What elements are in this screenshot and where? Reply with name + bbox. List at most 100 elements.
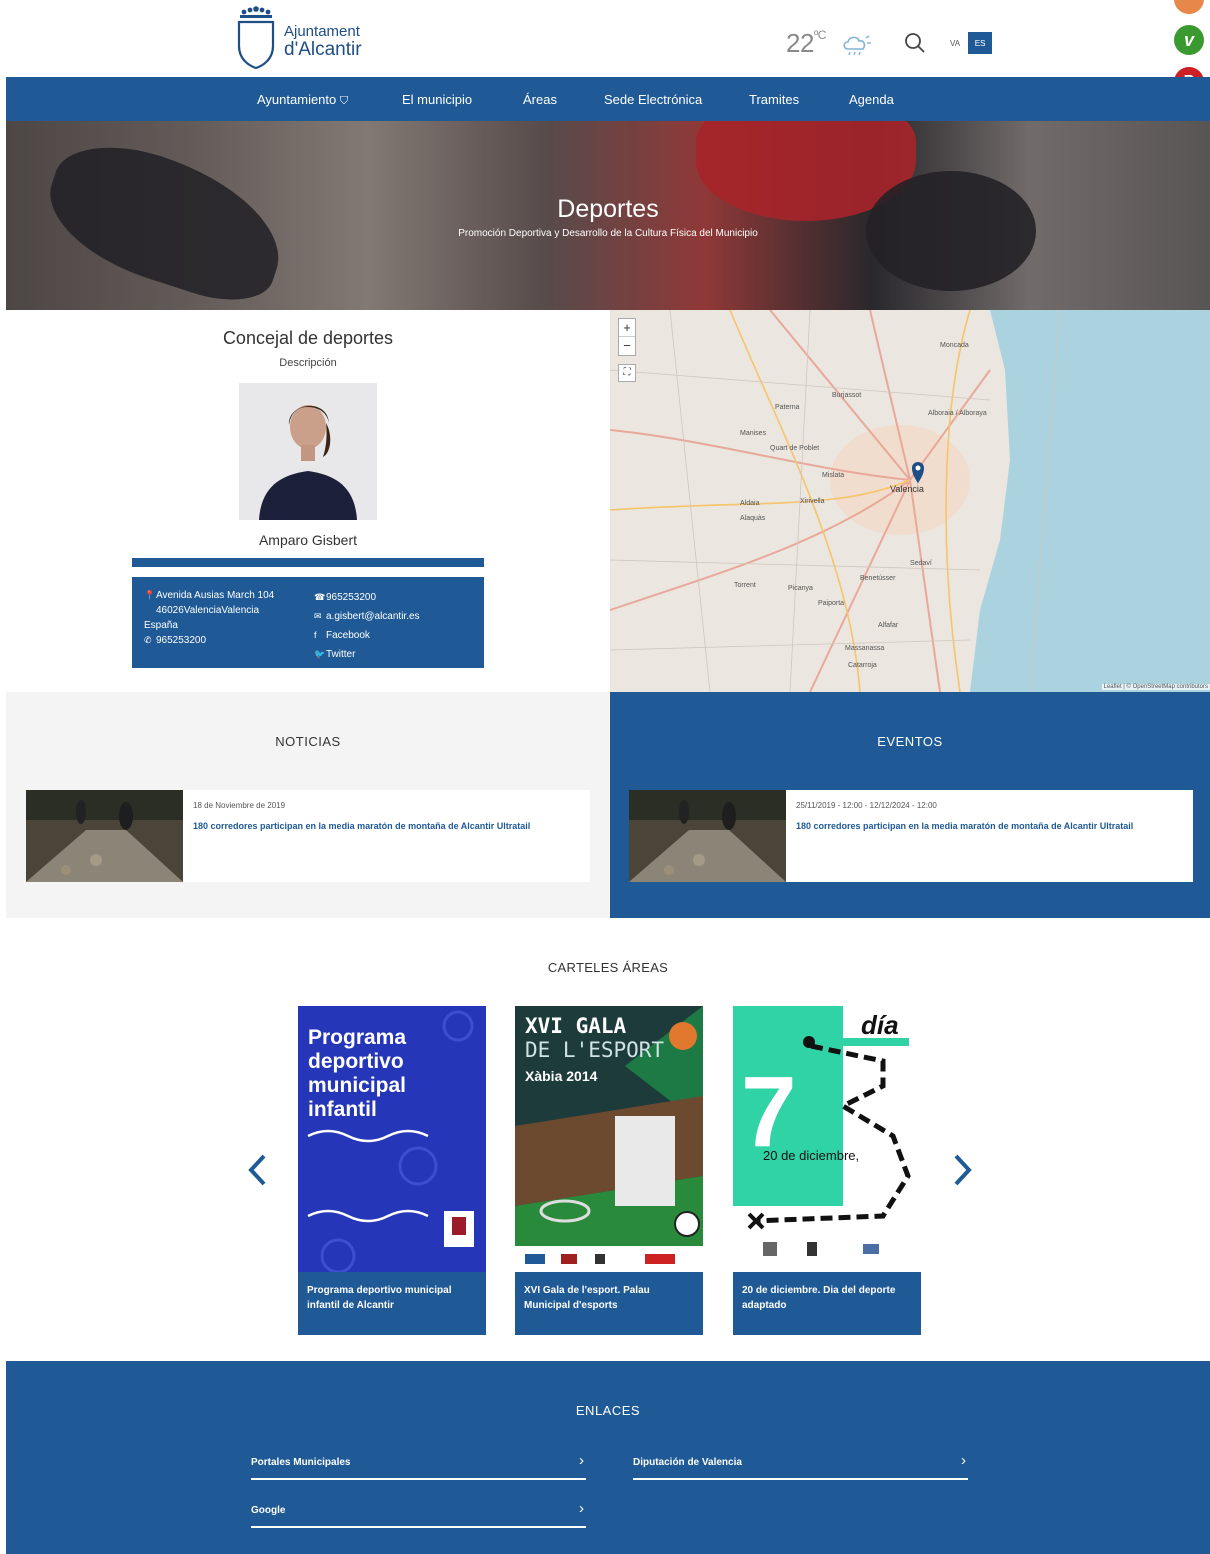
news-headline[interactable]: 180 corredores participan en la media ma… bbox=[193, 821, 530, 831]
logo-line2: d'Alcantir bbox=[284, 39, 362, 60]
hero-title: Deportes bbox=[557, 195, 659, 223]
councillor-contact-box: 📍Avenida Ausias March 104 46026ValenciaV… bbox=[132, 577, 484, 668]
posters-title: CARTELES ÁREAS bbox=[547, 960, 669, 975]
poster-heading-c: Xàbia 2014 bbox=[525, 1068, 598, 1084]
vimeo-icon[interactable]: v bbox=[1174, 25, 1204, 55]
event-card[interactable]: 25/11/2019 - 12:00 - 12/12/2024 - 12:00 … bbox=[629, 790, 1193, 882]
fax-icon: ☎ bbox=[314, 592, 326, 602]
link-portales-municipales[interactable]: Portales Municipales › bbox=[251, 1452, 586, 1480]
zoom-out-button[interactable]: − bbox=[619, 337, 635, 355]
event-thumbnail bbox=[629, 790, 786, 882]
map-label: Benetússer bbox=[860, 575, 896, 582]
link-diputacion-valencia[interactable]: Diputación de Valencia › bbox=[633, 1452, 968, 1480]
news-date: 18 de Noviembre de 2019 bbox=[193, 801, 286, 810]
poster-heading: Programa deportivo municipal infantil bbox=[308, 1026, 407, 1121]
chevron-right-icon: › bbox=[579, 1452, 584, 1469]
poster-date: 20 de diciembre, bbox=[763, 1148, 860, 1163]
fullscreen-icon: ⛶ bbox=[623, 367, 631, 378]
contact-email[interactable]: a.gisbert@alcantir.es bbox=[326, 611, 420, 622]
map-label: Alfafar bbox=[878, 622, 899, 629]
poster-caption: XVI Gala de l'esport. Palau Municipal d'… bbox=[524, 1285, 650, 1311]
weather-widget: 22ºC bbox=[786, 28, 872, 59]
nav-item-agenda[interactable]: Agenda bbox=[849, 92, 894, 107]
language-switcher: VA ES bbox=[950, 32, 993, 54]
nav-item-tramites[interactable]: Tramites bbox=[749, 92, 799, 107]
temperature: 22 bbox=[786, 28, 814, 58]
map-label: Mislata bbox=[822, 472, 845, 479]
logo-line1: Ajuntament bbox=[284, 23, 360, 40]
map-label: Valencia bbox=[890, 484, 924, 494]
map-label: Manises bbox=[740, 430, 767, 437]
events-title: EVENTOS bbox=[877, 734, 943, 749]
poster-card[interactable]: Programa deportivo municipal infantil Pr… bbox=[298, 1006, 486, 1335]
poster-number: 7 bbox=[741, 1056, 797, 1168]
trail-runners-image bbox=[26, 790, 183, 882]
map-label: Paiporta bbox=[818, 600, 845, 607]
zoom-in-button[interactable]: + bbox=[619, 319, 635, 337]
cloud-sun-icon bbox=[843, 34, 871, 55]
councillor-divider bbox=[132, 558, 484, 567]
map-roads bbox=[610, 310, 1210, 692]
link-google[interactable]: Google › bbox=[251, 1500, 586, 1528]
councillor-photo bbox=[239, 383, 377, 520]
lang-va-button[interactable]: VA bbox=[950, 39, 960, 48]
map-label: Picanya bbox=[788, 585, 813, 592]
nav-item-ayuntamiento[interactable]: Ayuntamiento ⛉ bbox=[257, 92, 348, 108]
map-attribution[interactable]: Leaflet | © OpenStreetMap contributors bbox=[1101, 684, 1210, 690]
contact-phone[interactable]: 965253200 bbox=[326, 592, 376, 603]
chevron-right-icon[interactable] bbox=[950, 1153, 974, 1187]
links-section: ENLACES Portales Municipales › Diputació… bbox=[6, 1361, 1210, 1554]
poster-image: Programa deportivo municipal infantil bbox=[298, 1006, 486, 1272]
site-logo[interactable]: Ajuntament d'Alcantir bbox=[234, 6, 362, 70]
address-phone[interactable]: 965253200 bbox=[156, 635, 206, 646]
councillor-title: Concejal de deportes bbox=[222, 328, 394, 348]
nav-item-el-municipio[interactable]: El municipio bbox=[402, 92, 472, 107]
poster-heading-a: XVI GALA bbox=[525, 1014, 627, 1038]
page: Ajuntament d'Alcantir 22ºC VA ES v Ayunt… bbox=[0, 0, 1210, 1554]
news-title: NOTICIAS bbox=[275, 734, 341, 749]
event-date: 25/11/2019 - 12:00 - 12/12/2024 - 12:00 bbox=[796, 801, 937, 810]
councillor-section: Concejal de deportes Descripción Amparo … bbox=[6, 310, 610, 692]
poster-card[interactable]: XVI GALA DE L'ESPORT Xàbia 2014 XVI Gala… bbox=[515, 1006, 703, 1335]
lang-es-button[interactable]: ES bbox=[968, 32, 993, 54]
map-zoom-control: + − bbox=[618, 318, 636, 356]
search-icon[interactable] bbox=[904, 32, 926, 54]
contact-twitter[interactable]: Twitter bbox=[326, 649, 355, 660]
map-label: Aldaia bbox=[740, 500, 760, 507]
councillor-name: Amparo Gisbert bbox=[258, 532, 358, 548]
news-card[interactable]: 18 de Noviembre de 2019 180 corredores p… bbox=[26, 790, 590, 882]
nav-item-label: Ayuntamiento bbox=[257, 92, 337, 107]
link-label: Diputación de Valencia bbox=[633, 1457, 742, 1468]
nav-item-areas[interactable]: Áreas bbox=[523, 92, 557, 107]
map-label: Burjassot bbox=[832, 392, 862, 399]
chevron-right-icon: › bbox=[579, 1500, 584, 1517]
events-section: EVENTOS 25/11/2019 - 12:00 - 12/12/2024 … bbox=[610, 692, 1210, 918]
shield-check-icon: ⛉ bbox=[339, 95, 349, 107]
poster-heading-b: DE L'ESPORT bbox=[525, 1038, 665, 1062]
address-line2: 46026ValenciaValencia bbox=[156, 605, 260, 616]
map-label: Paterna bbox=[775, 404, 800, 411]
map-label: Massanassa bbox=[845, 645, 885, 652]
poster-heading: día bbox=[861, 1010, 899, 1040]
event-headline[interactable]: 180 corredores participan en la media ma… bbox=[796, 821, 1133, 831]
address-line1: Avenida Ausias March 104 bbox=[156, 590, 275, 601]
hero-subtitle: Promoción Deportiva y Desarrollo de la C… bbox=[458, 228, 758, 239]
address-line3: España bbox=[144, 620, 178, 631]
location-map[interactable]: Valencia Paterna Burjassot Mislata Alaqu… bbox=[610, 310, 1210, 692]
nav-item-sede-electronica[interactable]: Sede Electrónica bbox=[604, 92, 702, 107]
link-label: Portales Municipales bbox=[251, 1457, 351, 1468]
poster-card[interactable]: 7 día 20 de diciembre, 20 de diciembre. … bbox=[733, 1006, 921, 1335]
contact-facebook[interactable]: Facebook bbox=[326, 630, 370, 641]
fullscreen-button[interactable]: ⛶ bbox=[618, 364, 636, 382]
chevron-left-icon[interactable] bbox=[246, 1153, 270, 1187]
map-label: Quart de Poblet bbox=[770, 445, 820, 452]
hero-banner: Deportes Promoción Deportiva y Desarroll… bbox=[6, 121, 1210, 310]
poster-caption: 20 de diciembre. Dia del deporte adaptad… bbox=[742, 1285, 896, 1311]
link-label: Google bbox=[251, 1505, 286, 1516]
main-nav: Ayuntamiento ⛉ El municipio Áreas Sede E… bbox=[6, 77, 1210, 121]
site-header: Ajuntament d'Alcantir 22ºC VA ES bbox=[6, 0, 1210, 77]
councillor-description: Descripción bbox=[279, 357, 337, 369]
map-label: Catarroja bbox=[848, 662, 877, 669]
map-label: Torrent bbox=[734, 582, 756, 589]
map-label: Xirivella bbox=[800, 498, 825, 505]
